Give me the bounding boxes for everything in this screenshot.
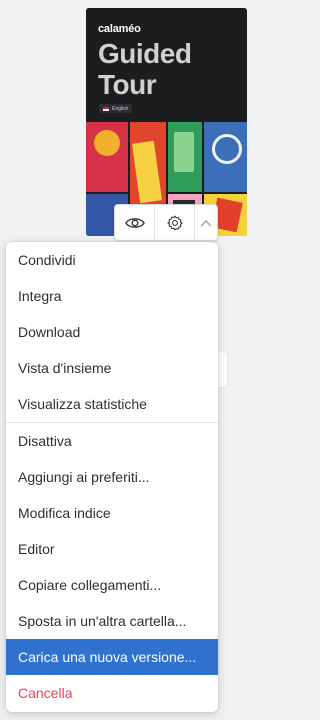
menu-item-move-folder[interactable]: Sposta in un'altra cartella...	[6, 603, 218, 639]
menu-item-delete[interactable]: Cancella	[6, 675, 218, 711]
language-badge: English	[99, 104, 133, 113]
cover-title-line1: Guided	[98, 38, 192, 69]
menu-item-upload-new-version[interactable]: Carica una nuova versione...	[6, 639, 218, 675]
flag-icon	[103, 106, 109, 111]
gear-icon	[166, 215, 183, 230]
menu-item-share[interactable]: Condividi	[6, 242, 218, 278]
menu-item-download[interactable]: Download	[6, 314, 218, 350]
menu-item-editor[interactable]: Editor	[6, 531, 218, 567]
view-button[interactable]	[115, 205, 155, 240]
poster-image	[204, 122, 247, 192]
menu-item-statistics[interactable]: Visualizza statistiche	[6, 386, 218, 422]
brand-logo: calaméo	[98, 23, 141, 35]
menu-item-overview[interactable]: Vista d'insieme	[6, 350, 218, 386]
menu-item-deactivate[interactable]: Disattiva	[6, 423, 218, 459]
poster-image	[168, 122, 202, 192]
collapse-menu-button[interactable]	[195, 205, 217, 240]
menu-item-copy-links[interactable]: Copiare collegamenti...	[6, 567, 218, 603]
cover-title-line2: Tour	[98, 69, 157, 100]
publication-thumbnail[interactable]: calaméo Guided Tour English	[86, 8, 247, 236]
publication-actions-menu: Condividi Integra Download Vista d'insie…	[6, 242, 218, 712]
language-label: English	[112, 105, 129, 112]
chevron-up-icon	[200, 219, 212, 227]
card-action-toolbar	[114, 204, 218, 241]
settings-button[interactable]	[155, 205, 195, 240]
cover-title: Guided Tour	[98, 38, 192, 100]
card-edge	[218, 352, 227, 387]
poster-image	[86, 122, 128, 192]
menu-item-edit-index[interactable]: Modifica indice	[6, 495, 218, 531]
menu-item-embed[interactable]: Integra	[6, 278, 218, 314]
menu-item-add-favorites[interactable]: Aggiungi ai preferiti...	[6, 459, 218, 495]
cover-header: calaméo Guided Tour English	[86, 8, 247, 122]
eye-icon	[124, 217, 145, 228]
